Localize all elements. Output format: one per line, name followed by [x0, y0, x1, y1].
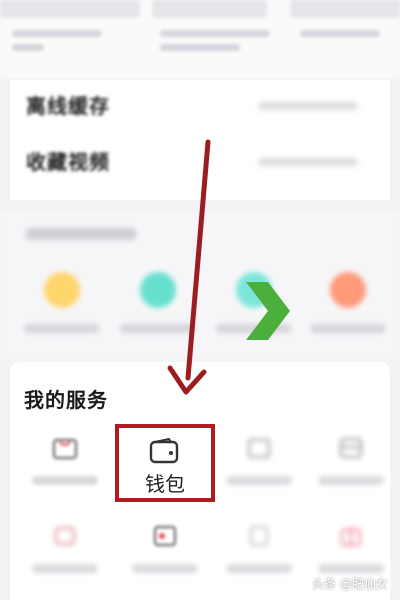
service-item[interactable]: [218, 516, 298, 586]
shopping-bag-icon: [53, 439, 77, 459]
creator-item-label: [120, 324, 196, 333]
teal-circle-icon: [140, 272, 176, 308]
tag-icon: [55, 527, 75, 545]
service-item-label: [32, 476, 98, 485]
box-icon: [248, 439, 270, 458]
service-item-label: [132, 564, 198, 573]
top-video-row: [0, 0, 400, 78]
favorites-video-label: 收藏视频: [26, 150, 110, 174]
creator-item-label: [310, 324, 386, 333]
video-thumbnail[interactable]: [290, 0, 400, 18]
creator-item[interactable]: [22, 272, 102, 352]
yellow-circle-icon: [44, 272, 80, 308]
service-item[interactable]: [24, 428, 104, 498]
wallet-service-highlight[interactable]: 钱包: [115, 424, 215, 502]
video-caption: [300, 30, 380, 37]
gift-icon: [341, 527, 361, 546]
quick-list-card: 离线缓存 收藏视频: [10, 80, 390, 200]
service-item-label: [226, 476, 292, 485]
orange-circle-icon: [330, 272, 366, 308]
list-item-favorites-video[interactable]: 收藏视频: [26, 146, 376, 186]
service-item[interactable]: [24, 516, 104, 586]
wallet-icon: [149, 438, 179, 464]
my-services-title: 我的服务: [24, 388, 108, 412]
video-caption: [12, 30, 102, 37]
video-caption: [160, 44, 240, 51]
service-item-label: [318, 476, 384, 485]
video-caption: [160, 30, 270, 37]
doc-icon: [250, 526, 268, 546]
video-thumbnail[interactable]: [0, 0, 140, 18]
service-item-label: [226, 564, 292, 573]
favorites-video-detail: [258, 158, 358, 166]
service-item[interactable]: [310, 428, 390, 498]
creator-item-label: [24, 324, 100, 333]
service-item-label: [318, 564, 384, 573]
creator-section: [0, 210, 400, 360]
wallet-label: 钱包: [145, 472, 185, 496]
video-thumbnail[interactable]: [152, 0, 267, 18]
watermark: 头条 @肥仙女: [312, 577, 388, 591]
grid-icon: [340, 438, 362, 458]
green-chevron-icon: [246, 282, 290, 340]
creator-section-title: [26, 228, 136, 240]
offline-cache-detail: [258, 102, 358, 110]
service-item[interactable]: [218, 428, 298, 498]
service-item-label: [32, 564, 98, 573]
video-caption: [12, 44, 44, 51]
creator-item[interactable]: [118, 272, 198, 352]
my-services-card: 我的服务 钱包: [10, 362, 390, 600]
list-item-offline-cache[interactable]: 离线缓存: [26, 90, 376, 130]
creator-item[interactable]: [308, 272, 388, 352]
camera-icon: [154, 526, 176, 546]
offline-cache-label: 离线缓存: [26, 94, 110, 118]
service-item[interactable]: [124, 516, 204, 586]
